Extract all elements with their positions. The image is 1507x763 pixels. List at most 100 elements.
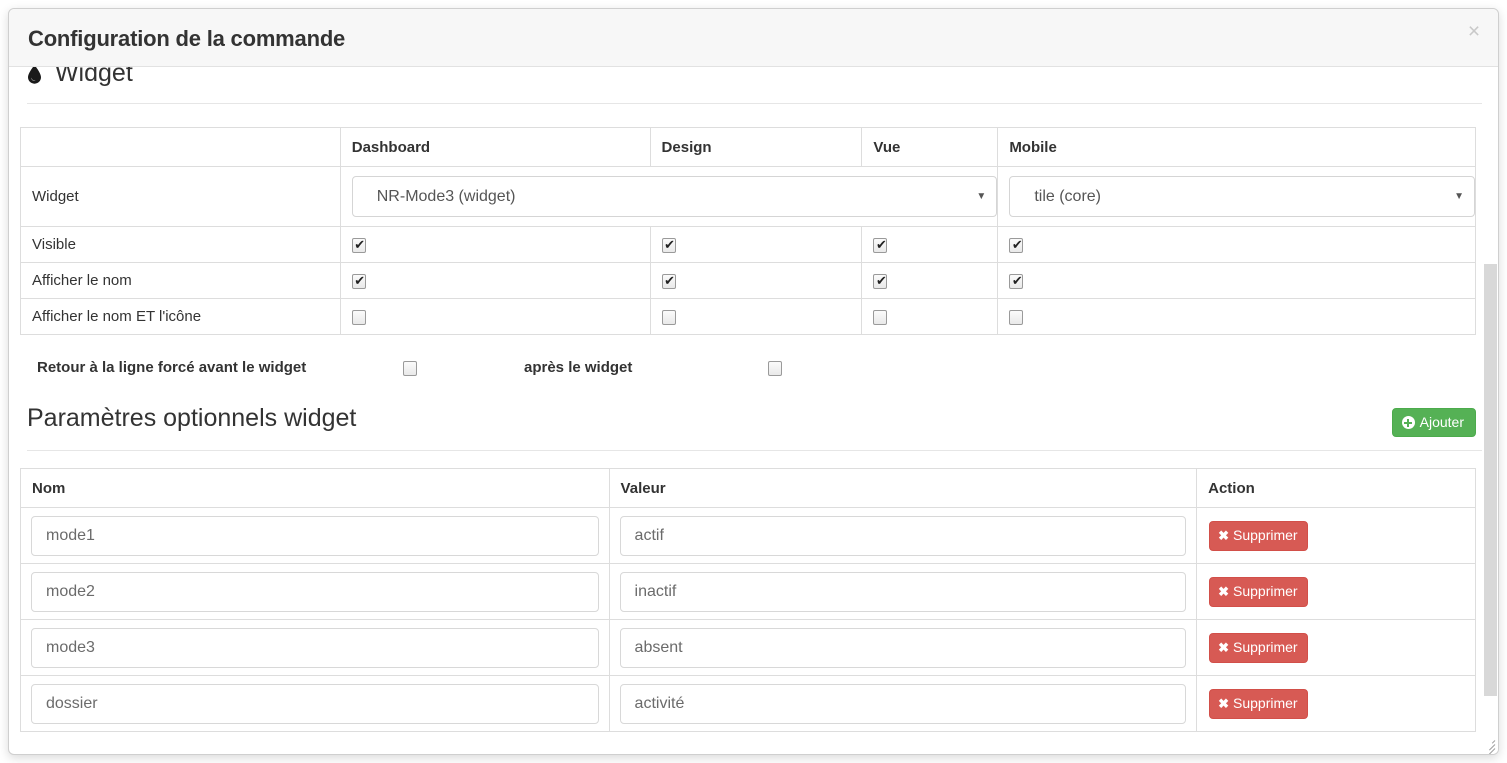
widget-section-heading: Widget — [27, 67, 133, 88]
widget-select-dashboard-value: NR-Mode3 (widget) — [376, 188, 516, 205]
param-nom-input-4[interactable] — [31, 683, 599, 724]
param-valeur-input-3[interactable] — [619, 627, 1187, 668]
widget-select-mobile[interactable]: tile (core) ▼ — [1009, 176, 1475, 217]
configuration-modal: Configuration de la commande × Widget Da… — [8, 8, 1499, 755]
resize-handle-icon[interactable] — [1481, 737, 1496, 754]
delete-param-button-4[interactable]: ✖ Supprimer — [1209, 688, 1308, 719]
param-action-cell-2: ✖ Supprimer — [1196, 563, 1476, 620]
widget-matrix-table: Dashboard Design Vue Mobile Widget NR-Mo… — [20, 127, 1476, 335]
checkbox-nomicone-dashboard[interactable] — [351, 309, 366, 325]
table-row: Afficher le nom — [20, 262, 1476, 299]
line-break-before-label: Retour à la ligne forcé avant le widget — [37, 359, 307, 376]
widget-table-header-row: Dashboard Design Vue Mobile — [20, 127, 1476, 167]
line-break-after-label: après le widget — [524, 359, 633, 376]
widget-select-row: Widget NR-Mode3 (widget) ▼ tile (core) ▼ — [20, 166, 1476, 227]
delete-param-button-2[interactable]: ✖ Supprimer — [1209, 576, 1308, 607]
checkbox-nomicone-vue-cell — [861, 298, 999, 335]
checkbox-nom-design[interactable] — [661, 271, 677, 290]
widget-select-mobile-value: tile (core) — [1034, 188, 1101, 205]
chevron-down-icon: ▼ — [976, 191, 987, 202]
row-label-visible: Visible — [20, 226, 341, 263]
add-param-label: Ajouter — [1419, 414, 1464, 430]
param-action-cell-3: ✖ Supprimer — [1196, 619, 1476, 676]
row-label-widget: Widget — [20, 166, 341, 227]
checkbox-line-break-before[interactable] — [403, 361, 417, 376]
params-divider — [27, 450, 1482, 451]
param-nom-cell-3 — [20, 619, 610, 676]
checkbox-nom-vue-cell — [861, 262, 999, 299]
checkbox-visible-mobile-cell — [997, 226, 1476, 263]
param-nom-cell-1 — [20, 507, 610, 564]
param-nom-input-1[interactable] — [31, 515, 599, 556]
line-break-options: Retour à la ligne forcé avant le widget … — [9, 359, 1498, 399]
param-nom-cell-2 — [20, 563, 610, 620]
section-divider — [27, 103, 1482, 104]
vertical-scrollbar-thumb[interactable] — [1484, 264, 1497, 696]
times-icon: ✖ — [1218, 639, 1230, 655]
close-icon[interactable]: × — [1461, 19, 1487, 45]
param-valeur-cell-4 — [608, 675, 1198, 732]
checkbox-line-break-after[interactable] — [768, 361, 782, 376]
checkbox-nom-dashboard[interactable] — [351, 271, 367, 290]
col-header-mobile: Mobile — [997, 127, 1476, 167]
delete-param-label-4: Supprimer — [1233, 694, 1298, 711]
checkbox-nomicone-mobile[interactable] — [1009, 309, 1024, 325]
plus-circle-icon — [1401, 416, 1415, 429]
param-nom-input-2[interactable] — [31, 571, 599, 612]
param-valeur-input-2[interactable] — [619, 571, 1187, 612]
col-header-blank — [20, 127, 341, 167]
tint-icon — [27, 67, 42, 84]
add-param-button[interactable]: Ajouter — [1391, 408, 1476, 437]
table-row: ✖Supprimer — [20, 619, 1476, 676]
param-action-cell-4: ✖ Supprimer — [1196, 675, 1476, 732]
row-label-afficher-nom-icone: Afficher le nom ET l'icône — [20, 298, 341, 335]
checkbox-nom-mobile-cell — [997, 262, 1476, 299]
checkbox-nomicone-vue[interactable] — [873, 309, 888, 325]
delete-param-label-2: Supprimer — [1233, 582, 1298, 599]
delete-param-button-3[interactable]: ✖ Supprimer — [1209, 632, 1308, 663]
param-nom-input-3[interactable] — [31, 627, 599, 668]
checkbox-nom-design-cell — [649, 262, 863, 299]
delete-param-button-1[interactable]: ✖ Supprimer — [1209, 520, 1308, 551]
col-header-nom: Nom — [20, 468, 610, 508]
table-row: ✖Supprimer — [20, 675, 1476, 732]
col-header-design: Design — [649, 127, 863, 167]
checkbox-nom-dashboard-cell — [339, 262, 651, 299]
checkbox-visible-design[interactable] — [661, 235, 677, 254]
checkbox-visible-mobile[interactable] — [1009, 235, 1024, 254]
delete-param-label-3: Supprimer — [1233, 638, 1298, 655]
page-title: Configuration de la commande — [28, 26, 346, 51]
table-row: Visible — [20, 226, 1476, 263]
chevron-down-icon: ▼ — [1454, 191, 1464, 202]
checkbox-nomicone-design[interactable] — [661, 309, 676, 325]
modal-header: Configuration de la commande × — [9, 9, 1498, 67]
checkbox-nomicone-design-cell — [649, 298, 863, 335]
checkbox-visible-vue[interactable] — [873, 235, 888, 254]
checkbox-nom-vue[interactable] — [873, 271, 888, 290]
checkbox-nom-mobile[interactable] — [1009, 271, 1024, 290]
widget-select-dashboard[interactable]: NR-Mode3 (widget) ▼ — [351, 176, 998, 217]
checkbox-nomicone-dashboard-cell — [339, 298, 651, 335]
param-valeur-cell-2 — [608, 563, 1198, 620]
param-nom-cell-4 — [20, 675, 610, 732]
param-valeur-input-1[interactable] — [619, 515, 1187, 556]
param-action-cell-1: ✖ Supprimer — [1196, 507, 1476, 564]
checkbox-visible-dashboard-cell — [339, 226, 651, 263]
col-header-action: Action — [1196, 468, 1476, 508]
checkbox-visible-dashboard[interactable] — [351, 235, 367, 254]
widget-section-title: Widget — [54, 67, 133, 87]
col-header-vue: Vue — [861, 127, 999, 167]
checkbox-nomicone-mobile-cell — [997, 298, 1476, 335]
param-valeur-input-4[interactable] — [619, 683, 1187, 724]
table-row: ✖Supprimer — [20, 563, 1476, 620]
vertical-scrollbar[interactable] — [1483, 67, 1498, 754]
times-icon: ✖ — [1218, 583, 1230, 599]
row-label-afficher-nom: Afficher le nom — [20, 262, 341, 299]
params-section-heading: Paramètres optionnels widget — [27, 404, 357, 432]
optional-params-table: Nom Valeur Action ✖Supprimer — [20, 468, 1476, 732]
checkbox-visible-design-cell — [649, 226, 863, 263]
table-row: ✖Supprimer — [20, 507, 1476, 564]
widget-select-mobile-cell: tile (core) ▼ — [997, 166, 1476, 227]
col-header-dashboard: Dashboard — [339, 127, 651, 167]
col-header-valeur: Valeur — [608, 468, 1198, 508]
